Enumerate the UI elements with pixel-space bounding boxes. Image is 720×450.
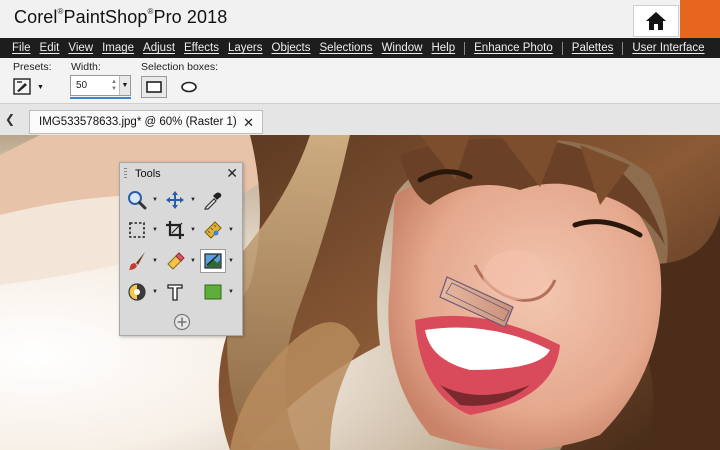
perspective-correction-tool[interactable] (200, 249, 226, 273)
close-icon[interactable]: ✕ (243, 115, 254, 131)
document-tab-label: IMG533578633.jpg* @ 60% (Raster 1) (39, 116, 237, 128)
eraser-caret-icon[interactable]: ▼ (190, 258, 196, 264)
move-tool[interactable] (162, 188, 188, 212)
menu-window[interactable]: Window (382, 42, 423, 54)
menu-view[interactable]: View (68, 42, 93, 54)
crop-tool[interactable] (162, 218, 188, 242)
selection-icon (129, 222, 145, 238)
eraser-icon (167, 252, 185, 270)
fill-icon (128, 283, 146, 301)
presets-label: Presets: (13, 61, 52, 73)
zoom-tool[interactable] (124, 188, 150, 212)
image-canvas[interactable] (0, 135, 720, 450)
document-tab[interactable]: IMG533578633.jpg* @ 60% (Raster 1) ✕ (29, 110, 263, 134)
home-icon (646, 12, 666, 30)
width-field[interactable]: 50 ▲ ▼ ▼ (70, 75, 131, 96)
eyedropper-tool[interactable] (200, 188, 226, 212)
move-icon (166, 191, 184, 209)
presets-caret-icon: ▼ (37, 83, 44, 91)
selection-tool[interactable] (124, 218, 150, 242)
drag-handle-icon[interactable] (124, 168, 127, 180)
accent-strip (680, 0, 720, 38)
zoom-caret-icon[interactable]: ▼ (152, 197, 158, 203)
paintbrush-tool[interactable] (124, 249, 150, 273)
crop-icon (166, 221, 184, 239)
text-icon (167, 284, 183, 301)
home-button[interactable] (633, 5, 679, 37)
perspective-correction-icon (204, 253, 222, 269)
straighten-icon (204, 221, 222, 239)
width-label: Width: (71, 61, 101, 73)
rectangle-icon (146, 81, 162, 93)
fill-tool[interactable] (124, 280, 150, 304)
straighten-tool[interactable] (200, 218, 226, 242)
width-focus-underline (70, 97, 131, 99)
width-dropdown-icon[interactable]: ▼ (119, 76, 130, 95)
menu-separator (464, 41, 466, 55)
tools-palette-header[interactable]: Tools ✕ (120, 163, 242, 185)
brand-paintshop: PaintShop (63, 7, 148, 27)
zoom-icon (128, 191, 147, 210)
shape-tool[interactable] (200, 280, 226, 304)
ellipse-icon (181, 81, 197, 93)
app-title: Corel®PaintShop®Pro 2018 (14, 7, 227, 28)
fill-caret-icon[interactable]: ▼ (152, 289, 158, 295)
add-tool-icon (173, 313, 191, 331)
selection-caret-icon[interactable]: ▼ (152, 227, 158, 233)
menu-effects[interactable]: Effects (184, 42, 219, 54)
tools-palette-title: Tools (135, 168, 161, 180)
menu-image[interactable]: Image (102, 42, 134, 54)
menu-bar: File Edit View Image Adjust Effects Laye… (0, 38, 720, 58)
selection-box-ellipse-button[interactable] (177, 76, 201, 98)
brand-corel: Corel (14, 7, 58, 27)
menu-separator (622, 41, 624, 55)
menu-objects[interactable]: Objects (272, 42, 311, 54)
menu-help[interactable]: Help (431, 42, 455, 54)
menu-file[interactable]: File (12, 42, 31, 54)
shape-caret-icon[interactable]: ▼ (228, 289, 234, 295)
move-caret-icon[interactable]: ▼ (190, 197, 196, 203)
menu-edit[interactable]: Edit (40, 42, 60, 54)
menu-layers[interactable]: Layers (228, 42, 263, 54)
paintbrush-caret-icon[interactable]: ▼ (152, 258, 158, 264)
menu-palettes[interactable]: Palettes (572, 42, 614, 54)
menu-adjust[interactable]: Adjust (143, 42, 175, 54)
perspective-caret-icon[interactable]: ▼ (228, 258, 234, 264)
presets-button[interactable]: ▼ (13, 76, 49, 98)
tools-palette[interactable]: Tools ✕ ▼ ▼ ▼ ▼ ▼ ▼ ▼ ▼ ▼ ▼ (119, 162, 243, 336)
crop-caret-icon[interactable]: ▼ (190, 227, 196, 233)
document-tab-row: ❮ IMG533578633.jpg* @ 60% (Raster 1) ✕ (0, 104, 720, 135)
eraser-tool[interactable] (162, 249, 188, 273)
preset-icon (13, 78, 31, 95)
menu-enhance-photo[interactable]: Enhance Photo (474, 42, 553, 54)
paintbrush-icon (129, 252, 145, 270)
menu-selections[interactable]: Selections (320, 42, 373, 54)
width-spinner-icon[interactable]: ▲ ▼ (109, 76, 119, 95)
tool-options-bar: Presets: ▼ Width: 50 ▲ ▼ ▼ Selection boxe… (0, 58, 720, 104)
selection-boxes-label: Selection boxes: (141, 61, 219, 73)
chevron-left-icon[interactable]: ❮ (5, 112, 17, 126)
straighten-caret-icon[interactable]: ▼ (228, 227, 234, 233)
close-icon[interactable]: ✕ (226, 165, 238, 182)
selection-box-rectangle-button[interactable] (141, 76, 167, 98)
menu-separator (561, 41, 563, 55)
photo (0, 135, 720, 450)
eyedropper-icon (204, 192, 222, 210)
menu-user-interface[interactable]: User Interface (632, 42, 704, 54)
add-tool-button[interactable] (169, 310, 195, 334)
width-value[interactable]: 50 (71, 80, 109, 91)
title-bar: Corel®PaintShop®Pro 2018 (0, 0, 720, 38)
rectangle-shape-icon (204, 284, 222, 300)
text-tool[interactable] (162, 280, 188, 304)
brand-pro: Pro 2018 (153, 7, 228, 27)
